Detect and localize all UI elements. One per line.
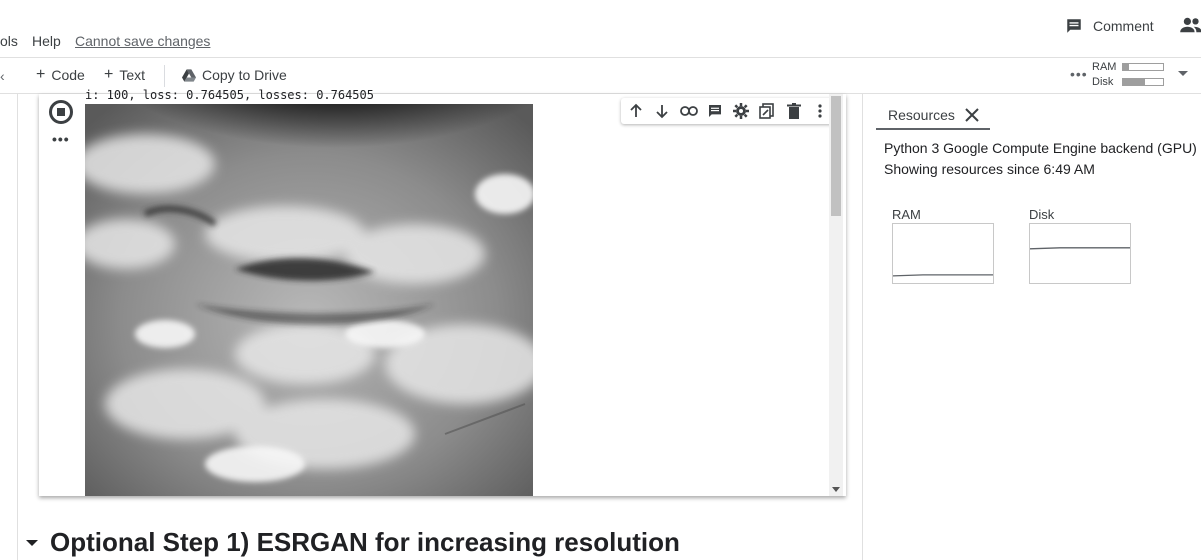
people-icon[interactable] (1180, 16, 1201, 34)
menu-tools[interactable]: ols (0, 33, 18, 49)
link-icon[interactable] (679, 101, 699, 121)
disk-usage-chart: Disk (1029, 207, 1131, 284)
connect-dropdown-icon[interactable] (1178, 71, 1188, 76)
cell-output-text: i: 100, loss: 0.764505, losses: 0.764505 (85, 88, 374, 102)
code-cell[interactable]: ••• i: 100, loss: 0.764505, losses: 0.76… (39, 88, 846, 496)
delete-icon[interactable] (784, 101, 804, 121)
backend-description: Python 3 Google Compute Engine backend (… (884, 140, 1197, 156)
left-gutter (0, 94, 18, 560)
more-vert-icon[interactable] (810, 101, 830, 121)
ram-usage-line (892, 274, 993, 277)
mirror-cell-icon[interactable] (757, 101, 777, 121)
add-text-label: Text (119, 67, 146, 83)
ram-meter-fill (1123, 64, 1129, 70)
section-collapse-caret-icon[interactable] (26, 539, 38, 546)
ram-usage-chart: RAM (892, 207, 994, 284)
disk-meter[interactable]: Disk (1092, 76, 1164, 88)
close-icon[interactable] (965, 108, 979, 122)
ram-meter-label: RAM (1092, 61, 1117, 73)
cell-toolbar (621, 98, 835, 124)
gear-icon[interactable] (731, 101, 751, 121)
arrow-down-icon[interactable] (652, 101, 672, 121)
ram-chart-label: RAM (892, 207, 921, 222)
comment-label: Comment (1093, 18, 1154, 34)
disk-chart-label: Disk (1029, 207, 1055, 222)
output-image (85, 104, 533, 496)
more-horiz-icon[interactable]: ••• (1070, 66, 1088, 82)
ram-meter[interactable]: RAM (1092, 61, 1164, 73)
scroll-down-arrow-icon[interactable] (832, 487, 840, 492)
copy-to-drive-label: Copy to Drive (202, 67, 287, 83)
add-code-button[interactable]: + Code (36, 66, 85, 84)
copy-to-drive-button[interactable]: Copy to Drive (182, 67, 287, 83)
drive-icon (182, 68, 196, 82)
plus-icon: + (104, 66, 114, 83)
save-status-link[interactable]: Cannot save changes (75, 33, 210, 49)
resources-since-text: Showing resources since 6:49 AM (884, 161, 1095, 177)
generated-image (85, 104, 533, 496)
disk-meter-label: Disk (1092, 76, 1114, 88)
stop-execution-button[interactable] (49, 100, 73, 124)
notebook-area: ••• i: 100, loss: 0.764505, losses: 0.76… (18, 88, 863, 560)
scrollbar-thumb[interactable] (831, 96, 841, 216)
cell-output-scrollbar[interactable] (829, 94, 843, 496)
arrow-up-icon[interactable] (626, 101, 646, 121)
toolbar-divider (164, 65, 165, 87)
plus-icon: + (36, 66, 46, 83)
add-text-button[interactable]: + Text (104, 66, 146, 84)
stop-icon (57, 108, 65, 116)
section-heading[interactable]: Optional Step 1) ESRGAN for increasing r… (26, 527, 680, 558)
comment-button[interactable]: Comment (1065, 16, 1154, 36)
cell-more-icon[interactable]: ••• (52, 131, 70, 147)
disk-usage-line (1029, 247, 1130, 250)
menu-bar: ols Help Cannot save changes Comment (0, 0, 1201, 57)
resources-panel: Resources Python 3 Google Compute Engine… (864, 94, 1201, 560)
collapse-chevron-icon[interactable]: ‹ (0, 68, 5, 84)
section-title: Optional Step 1) ESRGAN for increasing r… (50, 527, 680, 557)
comment-icon[interactable] (705, 101, 725, 121)
disk-meter-fill (1123, 79, 1145, 85)
resources-tab-label: Resources (888, 107, 955, 123)
comment-icon (1067, 19, 1081, 33)
resources-tab[interactable]: Resources (876, 102, 990, 130)
add-code-label: Code (51, 67, 85, 83)
menu-help[interactable]: Help (32, 33, 61, 49)
